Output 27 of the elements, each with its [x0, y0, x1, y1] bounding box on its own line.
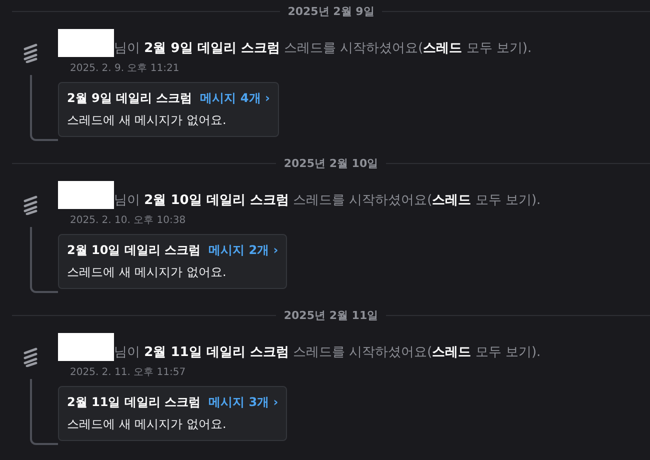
thread-title: 2월 9일 데일리 스크럼 [67, 90, 192, 107]
date-divider: 2025년 2월 11일 [284, 308, 378, 323]
thread-card[interactable]: 2월 9일 데일리 스크럼 메시지 4개 › 스레드에 새 메시지가 없어요. [58, 82, 279, 137]
thread-icon [22, 347, 40, 367]
thread-icon [22, 195, 40, 215]
thread-status: 스레드에 새 메시지가 없어요. [67, 264, 228, 281]
thread-card[interactable]: 2월 11일 데일리 스크럼 메시지 3개 › 스레드에 새 메시지가 없어요. [58, 386, 288, 441]
message-count-link[interactable]: 메시지 2개 › [208, 242, 278, 259]
thread-status: 스레드에 새 메시지가 없어요. [67, 416, 228, 433]
message-count-link[interactable]: 메시지 4개 › [200, 90, 270, 107]
redacted-name [58, 333, 114, 361]
timestamp: 2025. 2. 11. 오후 11:57 [70, 366, 187, 379]
system-message: 님이 2월 10일 데일리 스크럼 스레드를 시작하셨어요(스레드 모두 보기). [114, 193, 541, 209]
date-divider: 2025년 2월 9일 [288, 4, 374, 19]
system-message: 님이 2월 9일 데일리 스크럼 스레드를 시작하셨어요(스레드 모두 보기). [114, 41, 532, 57]
thread-title: 2월 11일 데일리 스크럼 [67, 394, 201, 411]
timestamp: 2025. 2. 9. 오후 11:21 [70, 62, 180, 75]
thread-icon [22, 43, 40, 63]
thread-card[interactable]: 2월 10일 데일리 스크럼 메시지 2개 › 스레드에 새 메시지가 없어요. [58, 234, 288, 289]
thread-status: 스레드에 새 메시지가 없어요. [67, 112, 228, 129]
date-divider: 2025년 2월 10일 [284, 156, 378, 171]
message-count-link[interactable]: 메시지 3개 › [208, 394, 278, 411]
system-message: 님이 2월 11일 데일리 스크럼 스레드를 시작하셨어요(스레드 모두 보기). [114, 345, 541, 361]
redacted-name [58, 29, 114, 57]
thread-title: 2월 10일 데일리 스크럼 [67, 242, 201, 259]
redacted-name [58, 181, 114, 209]
timestamp: 2025. 2. 10. 오후 10:38 [70, 214, 187, 227]
